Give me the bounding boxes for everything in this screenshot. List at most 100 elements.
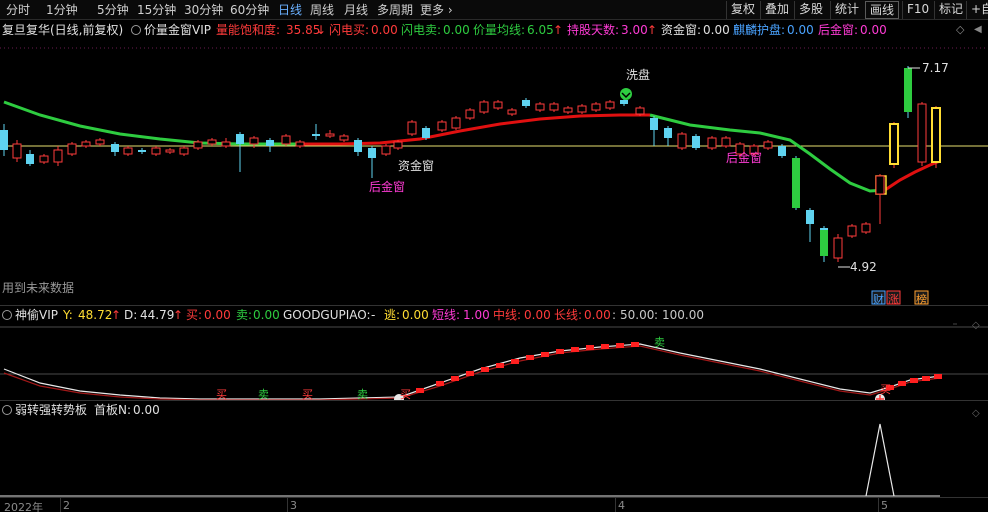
- tab-30min[interactable]: 30分钟: [184, 2, 223, 18]
- indicator-settings-icon[interactable]: [131, 25, 141, 35]
- period-toolbar: 分时 1分钟 5分钟 15分钟 30分钟 60分钟 日线 周线 月线 多周期 更…: [0, 0, 988, 20]
- candle-body: [465, 109, 475, 119]
- candle-body: [407, 121, 417, 135]
- high-price-label: 7.17: [922, 61, 949, 75]
- item-arrow: ↑: [173, 308, 184, 322]
- item-label: 价量均线:: [473, 23, 526, 37]
- item-label: 闪电买:: [329, 23, 370, 37]
- item-label: 持股天数:: [567, 23, 620, 37]
- signal-dot: [922, 376, 930, 381]
- signal-dot: [910, 378, 918, 383]
- stock-title[interactable]: 复旦复华(日线,前复权): [2, 21, 123, 39]
- candle-body: [605, 101, 615, 109]
- candle-body: [53, 149, 63, 163]
- overlay-button[interactable]: 叠加: [760, 1, 793, 19]
- candle-body: [393, 141, 403, 149]
- tab-weekly[interactable]: 周线: [310, 2, 334, 18]
- tab-more[interactable]: 更多 ›: [420, 2, 453, 18]
- item-label: 后金窗:: [818, 23, 859, 37]
- item-value: 0.00: [524, 308, 551, 322]
- custom-button[interactable]: +自: [966, 1, 988, 19]
- tab-1min[interactable]: 1分钟: [46, 2, 78, 18]
- candle-body: [664, 128, 672, 138]
- item-value: 0.00: [787, 23, 814, 37]
- tab-15min[interactable]: 15分钟: [137, 2, 176, 18]
- candle-body: [904, 68, 912, 112]
- indicator-name[interactable]: 价量金窗VIP: [144, 21, 211, 39]
- item-value: 0.00: [371, 23, 398, 37]
- restore-rights-button[interactable]: 复权: [726, 1, 759, 19]
- candle-body: [522, 100, 530, 106]
- candle-body: [577, 105, 587, 113]
- candle-body: [650, 118, 658, 130]
- candle-body: [451, 117, 461, 129]
- tab-multi-period[interactable]: 多周期: [377, 2, 413, 18]
- tab-daily[interactable]: 日线: [278, 2, 302, 18]
- indicator-settings-icon[interactable]: [2, 405, 12, 415]
- item-value: 0.00: [253, 308, 280, 322]
- expand-icon[interactable]: ◇: [972, 320, 980, 331]
- candle-body: [81, 141, 91, 147]
- item-label: 中线:: [493, 308, 522, 322]
- item-value: 0.00: [584, 308, 611, 322]
- tab-60min[interactable]: 60分钟: [230, 2, 269, 18]
- diamond-icon[interactable]: ◇: [956, 21, 964, 39]
- candle-body: [620, 100, 628, 104]
- signal-dot: [451, 376, 459, 381]
- candle-body: [591, 103, 601, 111]
- indicator-name[interactable]: 神偷VIP: [15, 306, 58, 324]
- first-board-spike: [865, 423, 895, 497]
- draw-line-button[interactable]: 画线: [865, 1, 900, 19]
- candle-body: [221, 141, 231, 147]
- mark-button[interactable]: 标记: [934, 1, 967, 19]
- indicator-settings-icon[interactable]: [2, 310, 12, 320]
- candle-body: [806, 210, 814, 224]
- collapse-icon[interactable]: ◀: [974, 21, 982, 39]
- main-indicator-bar: 复旦复华(日线,前复权) 价量金窗VIP 量能饱和度: 35.85 ↓ 闪电买:…: [0, 21, 988, 39]
- statistics-button[interactable]: 统计: [830, 1, 863, 19]
- f10-button[interactable]: F10: [902, 1, 933, 19]
- candle-body: [236, 134, 244, 144]
- signal-dot: [571, 347, 579, 352]
- candlestick-chart[interactable]: [0, 38, 988, 306]
- turn-strong-chart[interactable]: [0, 418, 988, 498]
- item-label: GOODGUPIAO:: [283, 308, 371, 322]
- tab-monthly[interactable]: 月线: [344, 2, 368, 18]
- ma-line-red: [884, 159, 941, 192]
- candle-body: [26, 154, 34, 164]
- candle-body: [917, 103, 927, 163]
- candle-body: [535, 103, 545, 111]
- wash-label: 洗盘: [626, 68, 651, 82]
- item-arrow: ↑: [647, 23, 658, 37]
- late-gold-window-label: 后金窗: [369, 180, 406, 194]
- candle-body: [281, 135, 291, 145]
- sub-panel-1-bar: 神偷VIP Y: 48.72 ↑ D: 44.79 ↑ 买: 0.00 卖: 0…: [0, 306, 988, 324]
- candle-body: [493, 101, 503, 109]
- candle-body: [295, 141, 305, 147]
- signal-dot: [934, 374, 942, 379]
- expand-icon[interactable]: ◇: [972, 408, 980, 419]
- candle-body: [875, 175, 885, 195]
- candle-body: [179, 147, 189, 155]
- multi-stock-button[interactable]: 多股: [794, 1, 827, 19]
- item-label: 买:: [186, 308, 203, 322]
- ma-line-green: [649, 113, 886, 193]
- shentou-chart[interactable]: [0, 323, 988, 401]
- item-label: :: [654, 308, 659, 322]
- tab-time-share[interactable]: 分时: [6, 2, 30, 18]
- candle-body: [368, 148, 376, 158]
- candle-body: [12, 143, 22, 159]
- tab-5min[interactable]: 5分钟: [97, 2, 129, 18]
- candle-body: [563, 107, 573, 113]
- item-value: 0.00: [402, 308, 429, 322]
- item-label: 闪电卖:: [401, 23, 442, 37]
- candle-body: [422, 128, 430, 138]
- candle-body: [339, 135, 349, 141]
- candle-body: [266, 140, 274, 146]
- indicator-name[interactable]: 弱转强转势板: [15, 401, 87, 419]
- item-label: 逃:: [384, 308, 401, 322]
- ma-line-red: [300, 113, 650, 146]
- item-value: 1.00: [463, 308, 490, 322]
- item-label: 卖:: [236, 308, 253, 322]
- item-label: 量能饱和度:: [216, 23, 281, 37]
